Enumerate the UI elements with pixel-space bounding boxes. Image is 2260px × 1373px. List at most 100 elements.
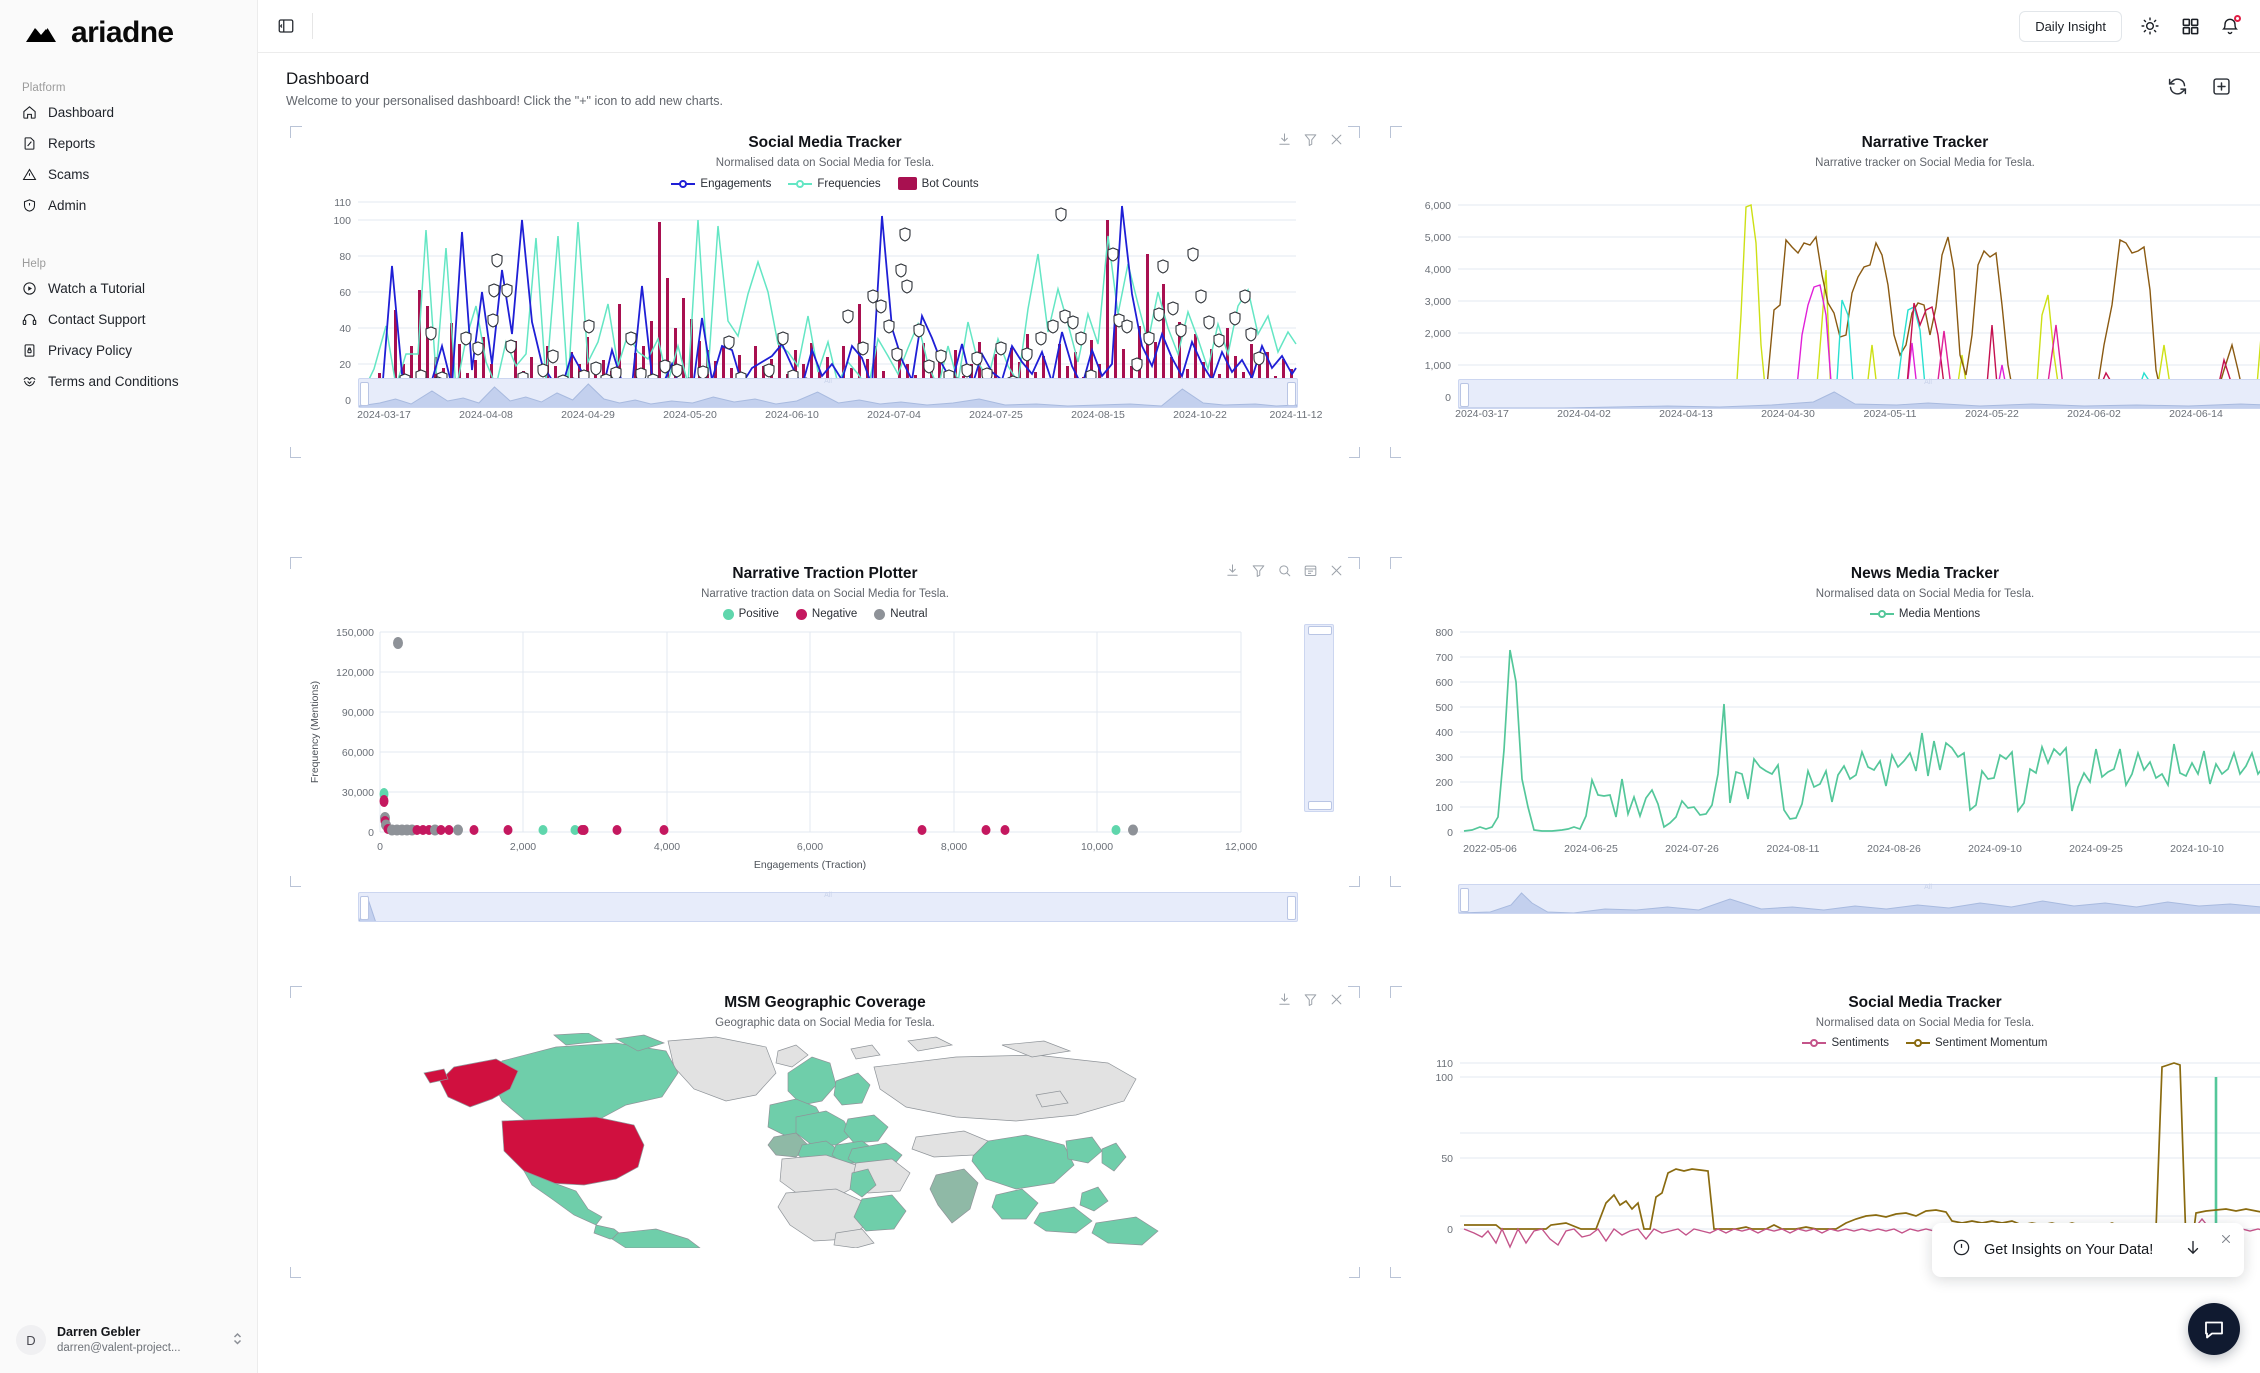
- region-japan: [1101, 1142, 1127, 1172]
- document-icon: [22, 136, 37, 151]
- legend-frequencies[interactable]: Frequencies: [788, 177, 881, 190]
- svg-text:2024-08-11: 2024-08-11: [1767, 843, 1820, 855]
- legend-positive[interactable]: Positive: [722, 608, 779, 620]
- sidebar-item-privacy-policy[interactable]: Privacy Policy: [0, 339, 257, 361]
- svg-text:700: 700: [1435, 652, 1453, 664]
- grid-apps-icon[interactable]: [2178, 14, 2202, 38]
- y-gridlines: [1460, 631, 2260, 833]
- point-negative: [659, 825, 669, 835]
- y-tick-labels: 150,000 120,000 90,000 60,000 30,000 0: [336, 627, 374, 839]
- refresh-icon[interactable]: [2166, 75, 2188, 97]
- close-icon[interactable]: [1329, 132, 1344, 147]
- x-tick-labels: 2024-03-17 2024-04-08 2024-04-29 2024-05…: [357, 409, 1322, 421]
- chevron-updown-icon[interactable]: [231, 1331, 244, 1349]
- svg-text:100: 100: [1435, 802, 1453, 814]
- region-russia-arctic2: [907, 1036, 954, 1052]
- point-negative: [917, 825, 927, 835]
- svg-text:600: 600: [1435, 677, 1453, 689]
- user-profile[interactable]: D Darren Gebler darren@valent-project...: [0, 1315, 258, 1365]
- panel-news-media-tracker: News Media Tracker Normalised data on So…: [1386, 553, 2260, 914]
- vrange-handle-top[interactable]: [1308, 626, 1332, 635]
- legend-media-mentions[interactable]: Media Mentions: [1869, 608, 1980, 620]
- range-slider[interactable]: All: [1458, 884, 2260, 914]
- svg-text:40: 40: [339, 323, 351, 335]
- vertical-range-slider[interactable]: [1304, 624, 1334, 812]
- close-icon[interactable]: [1329, 992, 1344, 1007]
- chat-bubble-icon[interactable]: [2188, 1303, 2240, 1355]
- y-tick-labels: 6,000 5,000 4,000 3,000 2,000 1,000 0: [1425, 200, 1451, 404]
- insights-toast[interactable]: Get Insights on Your Data!: [1932, 1223, 2244, 1277]
- sidebar-item-label: Watch a Tutorial: [48, 280, 146, 296]
- range-slider[interactable]: All: [358, 378, 1298, 408]
- chart-plot[interactable]: 150,000 120,000 90,000 60,000 30,000 0 F…: [296, 624, 1354, 922]
- filter-icon[interactable]: [1303, 992, 1318, 1007]
- close-icon[interactable]: [2220, 1233, 2232, 1247]
- search-icon[interactable]: [1277, 563, 1292, 578]
- legend-sentiment-momentum[interactable]: Sentiment Momentum: [1906, 1037, 2048, 1049]
- range-handle-left[interactable]: [1460, 888, 1469, 912]
- chart-plot[interactable]: 6,000 5,000 4,000 3,000 2,000 1,000 0 20…: [1396, 195, 2260, 423]
- sidebar-item-terms-conditions[interactable]: Terms and Conditions: [0, 370, 257, 392]
- legend-engagements[interactable]: Engagements: [671, 178, 771, 190]
- legend-negative[interactable]: Negative: [795, 608, 857, 620]
- chart-plot[interactable]: 110 100 80 60 40 20 0 2024-03-17 2024-04…: [296, 194, 1354, 422]
- play-circle-icon: [22, 281, 37, 296]
- arrow-down-icon[interactable]: [2184, 1239, 2202, 1262]
- download-icon[interactable]: [1277, 992, 1292, 1007]
- bell-icon[interactable]: [2218, 14, 2242, 38]
- panel-title: News Media Tracker: [1850, 565, 2000, 582]
- svg-text:110: 110: [1436, 1058, 1453, 1070]
- brand-logo[interactable]: ariadne: [0, 0, 257, 62]
- range-handle-left[interactable]: [1460, 383, 1469, 407]
- point-positive: [538, 825, 548, 835]
- legend-sentiments[interactable]: Sentiments: [1802, 1037, 1889, 1049]
- calendar-icon[interactable]: [1303, 563, 1318, 578]
- sidebar-item-dashboard[interactable]: Dashboard: [0, 101, 257, 123]
- panel-tools: [1277, 132, 1344, 147]
- filter-icon[interactable]: [1303, 132, 1318, 147]
- legend-swatch: [671, 178, 696, 190]
- vrange-handle-bottom[interactable]: [1308, 801, 1332, 810]
- sidebar-item-watch-tutorial[interactable]: Watch a Tutorial: [0, 277, 257, 299]
- legend-label: Frequencies: [817, 177, 881, 190]
- sun-icon[interactable]: [2138, 14, 2162, 38]
- sidebar-item-label: Reports: [48, 135, 96, 151]
- region-china-east: [1065, 1136, 1103, 1164]
- sidebar-platform-section: Platform Dashboard Reports Scams Admin: [0, 82, 257, 216]
- svg-text:2024-05-11: 2024-05-11: [1864, 408, 1917, 420]
- legend-neutral[interactable]: Neutral: [874, 608, 927, 620]
- download-icon[interactable]: [1225, 563, 1240, 578]
- range-handle-right[interactable]: [1287, 896, 1296, 920]
- sidebar-item-admin[interactable]: Admin: [0, 194, 257, 216]
- y-tick-labels: 110 100 80 60 40 20 0: [333, 197, 351, 407]
- map-plot[interactable]: [296, 1033, 1354, 1248]
- chart-plot[interactable]: 800 700 600 500 400 300 200 100 0 2022-0…: [1396, 624, 2260, 914]
- svg-text:100: 100: [1435, 1072, 1453, 1084]
- close-icon[interactable]: [1329, 563, 1344, 578]
- range-handle-right[interactable]: [1287, 382, 1296, 406]
- download-icon[interactable]: [1277, 132, 1292, 147]
- point-negative: [469, 825, 479, 835]
- sidebar-item-scams[interactable]: Scams: [0, 163, 257, 185]
- range-handle-left[interactable]: [360, 382, 369, 406]
- topbar: Daily Insight: [258, 0, 2260, 53]
- filter-icon[interactable]: [1251, 563, 1266, 578]
- sidebar-item-label: Scams: [48, 166, 90, 182]
- panel-msm-geographic-coverage: MSM Geographic Coverage Geographic data …: [286, 982, 1364, 1282]
- x-axis-title: Engagements (Traction): [754, 859, 866, 871]
- svg-text:2024-08-15: 2024-08-15: [1071, 409, 1125, 421]
- range-handle-left[interactable]: [360, 896, 369, 920]
- range-slider[interactable]: All: [358, 892, 1298, 922]
- sidebar-item-contact-support[interactable]: Contact Support: [0, 308, 257, 330]
- panel-subtitle: Normalised data on Social Media for Tesl…: [1815, 1017, 2035, 1029]
- panel-collapse-icon[interactable]: [273, 13, 299, 39]
- sidebar-item-reports[interactable]: Reports: [0, 132, 257, 154]
- range-slider[interactable]: All: [1458, 379, 2260, 409]
- legend-bot-counts[interactable]: Bot Counts: [897, 177, 979, 190]
- add-chart-icon[interactable]: [2210, 75, 2232, 97]
- y-axis-title: Frequency (Mentions): [309, 681, 321, 783]
- range-preview: [359, 893, 1297, 921]
- lock-document-icon: [22, 343, 37, 358]
- point-negative: [444, 825, 454, 835]
- daily-insight-button[interactable]: Daily Insight: [2019, 10, 2122, 42]
